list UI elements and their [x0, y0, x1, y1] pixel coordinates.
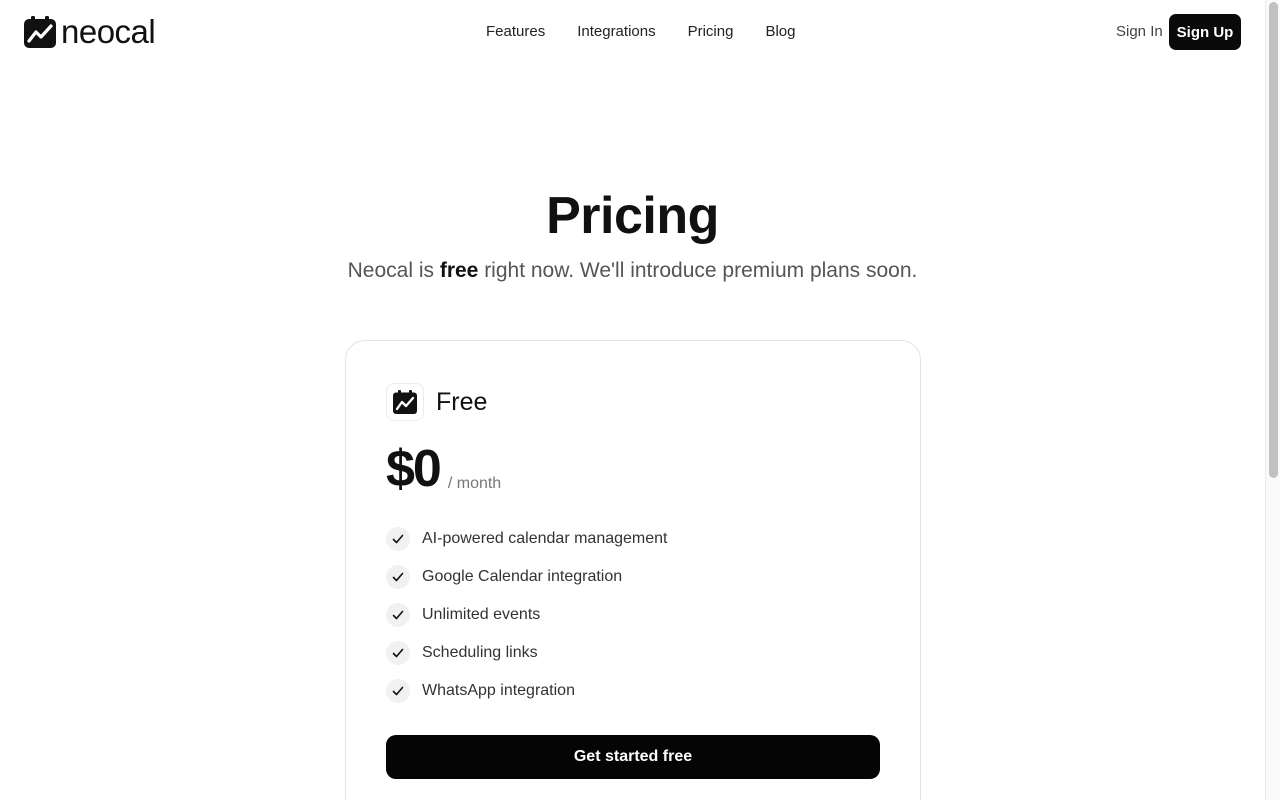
subtitle-suffix: right now. We'll introduce premium plans…: [478, 259, 918, 282]
feature-label: AI-powered calendar management: [422, 530, 668, 547]
page-subtitle: Neocal is free right now. We'll introduc…: [0, 257, 1265, 285]
sign-up-button[interactable]: Sign Up: [1169, 14, 1241, 50]
nav-link-integrations[interactable]: Integrations: [561, 20, 671, 44]
check-icon: [386, 603, 410, 627]
price-row: $0 / month: [386, 441, 501, 497]
check-icon: [386, 679, 410, 703]
feature-label: Scheduling links: [422, 644, 538, 661]
plan-name: Free: [436, 388, 488, 416]
feature-item: Google Calendar integration: [386, 565, 667, 589]
plan-icon-frame: [386, 383, 424, 421]
brand-name: neocal: [61, 13, 156, 50]
plan-price: $0: [386, 440, 442, 498]
subtitle-emphasis: free: [439, 259, 479, 282]
page-title: Pricing: [546, 187, 719, 245]
feature-list: AI-powered calendar management Google Ca…: [386, 527, 667, 717]
scrollbar-thumb[interactable]: [1269, 2, 1278, 478]
feature-item: AI-powered calendar management: [386, 527, 667, 551]
site-header: neocal Features Integrations Pricing Blo…: [0, 0, 1265, 64]
sign-in-link[interactable]: Sign In: [1104, 20, 1175, 44]
feature-label: Google Calendar integration: [422, 568, 623, 585]
calendar-chart-logo-icon: [24, 16, 56, 48]
nav-link-blog[interactable]: Blog: [749, 20, 811, 44]
main-nav: Features Integrations Pricing Blog: [470, 20, 811, 44]
get-started-button[interactable]: Get started free: [386, 735, 880, 779]
feature-item: Scheduling links: [386, 641, 667, 665]
calendar-chart-icon: [393, 390, 417, 414]
feature-label: WhatsApp integration: [422, 682, 575, 699]
feature-item: Unlimited events: [386, 603, 667, 627]
check-icon: [386, 641, 410, 665]
nav-link-features[interactable]: Features: [470, 20, 561, 44]
feature-label: Unlimited events: [422, 606, 541, 623]
plan-header: Free: [386, 383, 487, 421]
page: neocal Features Integrations Pricing Blo…: [0, 0, 1265, 800]
check-icon: [386, 565, 410, 589]
check-icon: [386, 527, 410, 551]
pricing-card-free: Free $0 / month AI-powered calendar mana…: [345, 340, 921, 800]
subtitle-prefix: Neocal is: [347, 259, 440, 282]
plan-period: / month: [447, 475, 502, 492]
nav-link-pricing[interactable]: Pricing: [672, 20, 750, 44]
brand-logo-link[interactable]: neocal: [24, 13, 156, 50]
vertical-scrollbar[interactable]: [1265, 0, 1280, 800]
feature-item: WhatsApp integration: [386, 679, 667, 703]
